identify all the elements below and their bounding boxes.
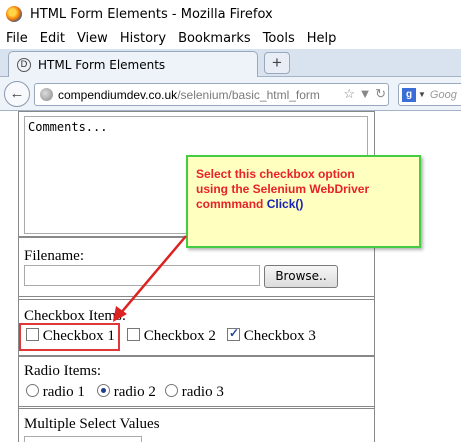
firefox-logo-icon	[6, 6, 22, 22]
checkbox-2-option[interactable]: Checkbox 2	[127, 328, 216, 345]
google-search-engine-icon[interactable]: g	[402, 87, 416, 102]
search-engine-dropdown-icon[interactable]: ▼	[418, 90, 426, 99]
menu-file[interactable]: File	[6, 31, 28, 46]
radio-1[interactable]	[26, 384, 39, 397]
callout-line-2: using the Selenium WebDriver	[196, 182, 370, 196]
multi-select-section: Multiple Select Values	[18, 408, 375, 442]
menu-tools[interactable]: Tools	[263, 31, 295, 46]
radio-3[interactable]	[165, 384, 178, 397]
navigation-toolbar: ← compendiumdev.co.uk/selenium/basic_htm…	[0, 77, 461, 111]
checkbox-3-option[interactable]: Checkbox 3	[227, 326, 316, 345]
multi-select-list[interactable]	[24, 436, 142, 442]
menu-edit[interactable]: Edit	[40, 31, 65, 46]
url-path: /selenium/basic_html_form	[177, 87, 320, 102]
checkbox-2-label: Checkbox 2	[143, 328, 216, 344]
radio-2-option[interactable]: radio 2	[97, 384, 156, 401]
callout-line-1: Select this checkbox option	[196, 167, 355, 181]
filename-label: Filename:	[24, 248, 84, 264]
menu-view[interactable]: View	[77, 31, 108, 46]
checkbox-1-highlight	[19, 323, 120, 351]
globe-icon	[40, 88, 53, 101]
tab-html-form-elements[interactable]: D HTML Form Elements	[8, 51, 258, 77]
search-bar[interactable]: g ▼ Goog	[398, 83, 461, 106]
callout-line-3-prefix: commmand	[196, 197, 267, 211]
checkbox-3[interactable]	[227, 326, 240, 341]
url-bar[interactable]: compendiumdev.co.uk/selenium/basic_html_…	[34, 83, 389, 106]
star-bookmark-icon[interactable]: ☆	[343, 86, 355, 101]
tab-title: HTML Form Elements	[38, 57, 166, 72]
checkbox-2[interactable]	[127, 328, 140, 341]
radio-3-label: radio 3	[181, 384, 224, 400]
browse-button[interactable]: Browse..	[264, 265, 338, 288]
dropdown-chevron-icon[interactable]: ▼	[359, 86, 372, 101]
radio-section: Radio Items: radio 1 radio 2 radio 3	[18, 356, 375, 407]
reload-icon[interactable]: ↻	[375, 86, 386, 101]
url-host: compendiumdev.co.uk	[58, 87, 178, 102]
radio-1-label: radio 1	[42, 384, 85, 400]
menu-bar: File Edit View History Bookmarks Tools H…	[0, 28, 461, 49]
menu-history[interactable]: History	[120, 31, 166, 46]
window-title: HTML Form Elements - Mozilla Firefox	[30, 6, 273, 22]
radio-1-option[interactable]: radio 1	[26, 384, 85, 401]
multi-select-heading: Multiple Select Values	[24, 416, 160, 432]
page-favicon-icon: D	[17, 57, 31, 72]
url-bar-actions: ☆ ▼ ↻	[340, 86, 386, 102]
radio-2-label: radio 2	[113, 384, 156, 400]
radio-3-option[interactable]: radio 3	[165, 384, 224, 401]
radio-2[interactable]	[97, 384, 110, 397]
radio-heading: Radio Items:	[24, 363, 102, 379]
new-tab-button[interactable]: +	[264, 52, 290, 74]
checkbox-3-label: Checkbox 3	[243, 328, 316, 344]
search-placeholder: Goog	[429, 88, 457, 101]
menu-help[interactable]: Help	[307, 31, 337, 46]
back-button[interactable]: ←	[4, 81, 30, 107]
window-title-bar: HTML Form Elements - Mozilla Firefox	[0, 0, 461, 28]
callout-keyword: Click()	[266, 197, 304, 211]
tab-strip: D HTML Form Elements +	[0, 49, 461, 77]
annotation-callout: Select this checkbox option using the Se…	[186, 155, 421, 248]
callout-line-3: commmand Click()	[196, 197, 411, 212]
filename-input[interactable]	[24, 265, 260, 286]
menu-bookmarks[interactable]: Bookmarks	[178, 31, 251, 46]
